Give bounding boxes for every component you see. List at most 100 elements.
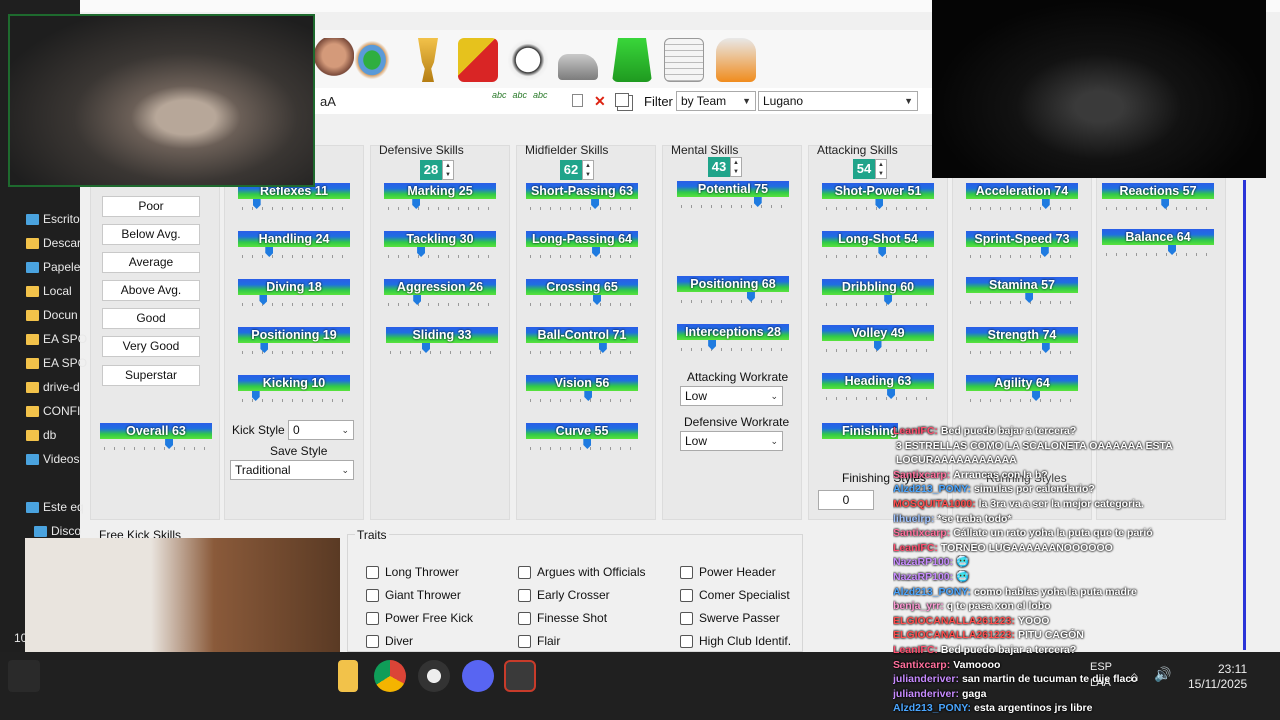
gloves-icon[interactable] bbox=[716, 38, 756, 82]
skill-bar-kicking[interactable]: Kicking 10 bbox=[238, 375, 350, 391]
abc-icon-3[interactable]: abc bbox=[533, 90, 548, 100]
skill-bar-strength[interactable]: Strength 74 bbox=[966, 327, 1078, 343]
skill-bar-curve[interactable]: Curve 55 bbox=[526, 423, 638, 439]
skill-bar-agility[interactable]: Agility 64 bbox=[966, 375, 1078, 391]
newspaper-icon[interactable] bbox=[664, 38, 704, 82]
skill-bar-gk-positioning[interactable]: Positioning 19 bbox=[238, 327, 350, 343]
skill-slider-shot-power[interactable] bbox=[822, 199, 934, 210]
trait-argues-with-officials[interactable]: Argues with Officials bbox=[518, 565, 646, 579]
language-indicator[interactable]: ESP bbox=[1090, 661, 1112, 673]
skill-bar-balance[interactable]: Balance 64 bbox=[1102, 229, 1214, 245]
defensive-avg-stepper[interactable]: 28 ▲ ▼ bbox=[420, 160, 454, 180]
defensive-avg-value[interactable]: 28 bbox=[420, 160, 442, 180]
attacking-avg-stepper[interactable]: 54 ▲ ▼ bbox=[853, 159, 887, 179]
skill-bar-sprint-speed[interactable]: Sprint-Speed 73 bbox=[966, 231, 1078, 247]
skill-bar-vision[interactable]: Vision 56 bbox=[526, 375, 638, 391]
skill-slider-sprint-speed[interactable] bbox=[966, 247, 1078, 258]
skill-bar-potential[interactable]: Potential 75 bbox=[677, 181, 789, 197]
skill-slider-balance[interactable] bbox=[1102, 245, 1214, 256]
skill-slider-reactions[interactable] bbox=[1102, 199, 1214, 210]
wifi-icon[interactable]: ⌂ bbox=[1130, 668, 1138, 684]
skill-slider-long-shot[interactable] bbox=[822, 247, 934, 258]
skill-slider-diving[interactable] bbox=[238, 295, 350, 306]
skill-bar-acceleration[interactable]: Acceleration 74 bbox=[966, 183, 1078, 199]
skill-slider-mental-positioning[interactable] bbox=[677, 292, 789, 303]
desktop-item[interactable]: Este eq bbox=[26, 500, 84, 514]
skill-slider-gk-positioning[interactable] bbox=[238, 343, 350, 354]
save-style-select[interactable]: Traditional ⌄ bbox=[230, 460, 354, 480]
desktop-item[interactable]: Disco bbox=[34, 524, 81, 538]
abc-icons[interactable]: abc abc abc bbox=[492, 90, 548, 100]
attacking-workrate-select[interactable]: Low ⌄ bbox=[680, 386, 783, 406]
attacking-avg-value[interactable]: 54 bbox=[853, 159, 875, 179]
quality-superstar-button[interactable]: Superstar bbox=[102, 365, 200, 386]
stepper-arrows[interactable]: ▲ ▼ bbox=[582, 160, 594, 180]
stepper-arrows[interactable]: ▲ ▼ bbox=[875, 159, 887, 179]
skill-slider-long-passing[interactable] bbox=[526, 247, 638, 258]
folder-icon[interactable] bbox=[338, 660, 358, 692]
skill-slider-ball-control[interactable] bbox=[526, 343, 638, 354]
skill-slider-sliding[interactable] bbox=[386, 343, 498, 354]
clock-time[interactable]: 23:11 bbox=[1218, 662, 1247, 676]
font-icon[interactable]: aA bbox=[320, 94, 336, 109]
skill-bar-diving[interactable]: Diving 18 bbox=[238, 279, 350, 295]
midfielder-avg-stepper[interactable]: 62 ▲ ▼ bbox=[560, 160, 594, 180]
discord-icon[interactable] bbox=[462, 660, 494, 692]
skill-bar-sliding[interactable]: Sliding 33 bbox=[386, 327, 498, 343]
quality-good-button[interactable]: Good bbox=[102, 308, 200, 329]
volume-icon[interactable]: 🔊 bbox=[1154, 666, 1171, 683]
trait-giant-thrower[interactable]: Giant Thrower bbox=[366, 588, 461, 602]
trait-power-free-kick[interactable]: Power Free Kick bbox=[366, 611, 473, 625]
new-icon[interactable] bbox=[572, 94, 583, 107]
abc-icon-2[interactable]: abc bbox=[513, 90, 528, 100]
start-icon[interactable] bbox=[8, 660, 40, 692]
checkbox[interactable] bbox=[366, 634, 379, 648]
stepper-arrows[interactable]: ▲ ▼ bbox=[442, 160, 454, 180]
skill-bar-heading[interactable]: Heading 63 bbox=[822, 373, 934, 389]
skill-slider-kicking[interactable] bbox=[238, 391, 350, 402]
trait-corner-specialist[interactable]: Comer Specialist bbox=[680, 588, 790, 602]
cards-icon[interactable] bbox=[458, 38, 498, 82]
kick-style-select[interactable]: 0 ⌄ bbox=[288, 420, 354, 440]
checkbox[interactable] bbox=[518, 611, 531, 625]
trait-high-club-identif[interactable]: High Club Identif. bbox=[680, 634, 791, 648]
obs-icon[interactable] bbox=[418, 660, 450, 692]
trait-power-header[interactable]: Power Header bbox=[680, 565, 776, 579]
skill-bar-handling[interactable]: Handling 24 bbox=[238, 231, 350, 247]
checkbox[interactable] bbox=[518, 588, 531, 602]
desktop-item[interactable]: CONFI bbox=[26, 404, 80, 418]
abc-icon-1[interactable]: abc bbox=[492, 90, 507, 100]
skill-slider-reflexes[interactable] bbox=[238, 199, 350, 210]
overall-bar[interactable]: Overall 63 bbox=[100, 423, 212, 439]
finishing-styles-stepper[interactable]: 0 bbox=[818, 490, 874, 510]
trait-early-crosser[interactable]: Early Crosser bbox=[518, 588, 610, 602]
skill-bar-mental-positioning[interactable]: Positioning 68 bbox=[677, 276, 789, 292]
checkbox[interactable] bbox=[518, 565, 531, 579]
skill-slider-curve[interactable] bbox=[526, 439, 638, 450]
quality-very-good-button[interactable]: Very Good bbox=[102, 336, 200, 357]
stadium-icon[interactable] bbox=[352, 38, 392, 82]
chrome-icon[interactable] bbox=[374, 660, 406, 692]
trait-finesse-shot[interactable]: Finesse Shot bbox=[518, 611, 607, 625]
desktop-item[interactable]: db bbox=[26, 428, 56, 442]
defensive-workrate-select[interactable]: Low ⌄ bbox=[680, 431, 783, 451]
copy-icon[interactable] bbox=[615, 93, 629, 107]
desktop-item[interactable]: Docun bbox=[26, 308, 78, 322]
desktop-item[interactable]: Local bbox=[26, 284, 72, 298]
quality-below-avg-button[interactable]: Below Avg. bbox=[102, 224, 200, 245]
quality-above-avg-button[interactable]: Above Avg. bbox=[102, 280, 200, 301]
checkbox[interactable] bbox=[366, 565, 379, 579]
vertical-scrollbar[interactable] bbox=[1243, 180, 1246, 650]
clock-date[interactable]: 15/11/2025 bbox=[1188, 677, 1247, 691]
skill-bar-ball-control[interactable]: Ball-Control 71 bbox=[526, 327, 638, 343]
desktop-item[interactable]: Descar bbox=[26, 236, 81, 250]
skill-bar-volley[interactable]: Volley 49 bbox=[822, 325, 934, 341]
skill-bar-long-passing[interactable]: Long-Passing 64 bbox=[526, 231, 638, 247]
pitch-icon[interactable] bbox=[612, 38, 652, 82]
team-select[interactable]: Lugano ▼ bbox=[758, 91, 918, 111]
skill-slider-volley[interactable] bbox=[822, 341, 934, 352]
skill-slider-aggression[interactable] bbox=[384, 295, 496, 306]
checkbox[interactable] bbox=[366, 611, 379, 625]
filter-select[interactable]: by Team ▼ bbox=[676, 91, 756, 111]
skill-slider-heading[interactable] bbox=[822, 389, 934, 400]
